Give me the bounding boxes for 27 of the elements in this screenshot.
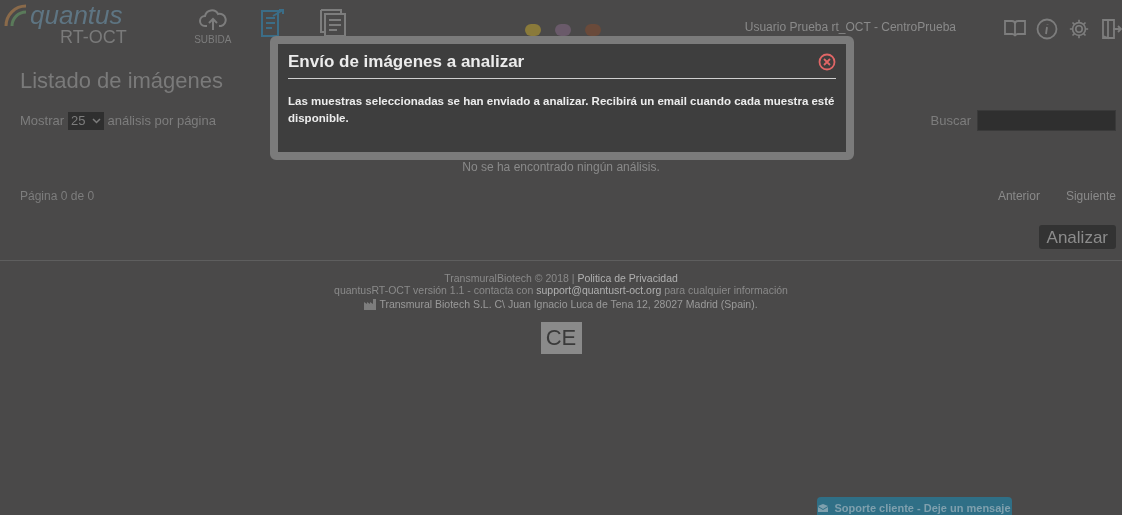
close-icon[interactable] bbox=[818, 53, 836, 71]
page-size-select[interactable]: 25 bbox=[68, 111, 104, 130]
privacy-link[interactable]: Politica de Privacidad bbox=[577, 272, 678, 284]
support-tab[interactable]: Soporte cliente - Deje un mensaje bbox=[817, 497, 1012, 515]
ce-mark: CE bbox=[540, 322, 582, 354]
chevron-down-icon bbox=[91, 117, 101, 124]
dialog-message: Las muestras seleccionadas se han enviado a analizar. Recibirá un email cuando cada muestra esté disponible. bbox=[288, 94, 836, 126]
logout-icon[interactable] bbox=[1100, 18, 1122, 40]
user-name: Usuario Prueba rt_OCT - CentroPrueba bbox=[744, 19, 956, 36]
empty-message: No se ha encontrado ningún análisis. bbox=[461, 160, 661, 174]
version-line: quantusRT-OCT versión 1.1 - contacta con support@quantusrt-oct.org para cualquier información bbox=[334, 284, 788, 296]
analyze-button[interactable]: Analizar bbox=[1038, 225, 1116, 249]
document-arrow-icon bbox=[258, 8, 287, 38]
dialog-title: Envío de imágenes a analizar bbox=[288, 51, 525, 74]
copyright-line: TransmuralBiotech © 2018 | Politica de Privacidad bbox=[444, 272, 678, 284]
next-link[interactable]: Siguiente bbox=[1065, 187, 1116, 205]
book-icon[interactable] bbox=[1004, 18, 1026, 38]
factory-icon bbox=[364, 298, 377, 310]
settings-icon[interactable] bbox=[1068, 18, 1090, 40]
previous-link[interactable]: Anterior bbox=[997, 187, 1040, 205]
info-icon[interactable] bbox=[1036, 18, 1058, 40]
envelope-icon bbox=[818, 504, 829, 512]
email-link[interactable]: support@quantusrt-oct.org bbox=[536, 284, 662, 296]
cloud-upload-icon bbox=[198, 8, 227, 32]
address: Transmural Biotech S.L. C\ Juan Ignacio Luca de Tena 12, 28027 Madrid (Spain). bbox=[379, 298, 758, 310]
search-field[interactable] bbox=[977, 110, 1116, 131]
logo-name: quantus bbox=[30, 2, 124, 28]
